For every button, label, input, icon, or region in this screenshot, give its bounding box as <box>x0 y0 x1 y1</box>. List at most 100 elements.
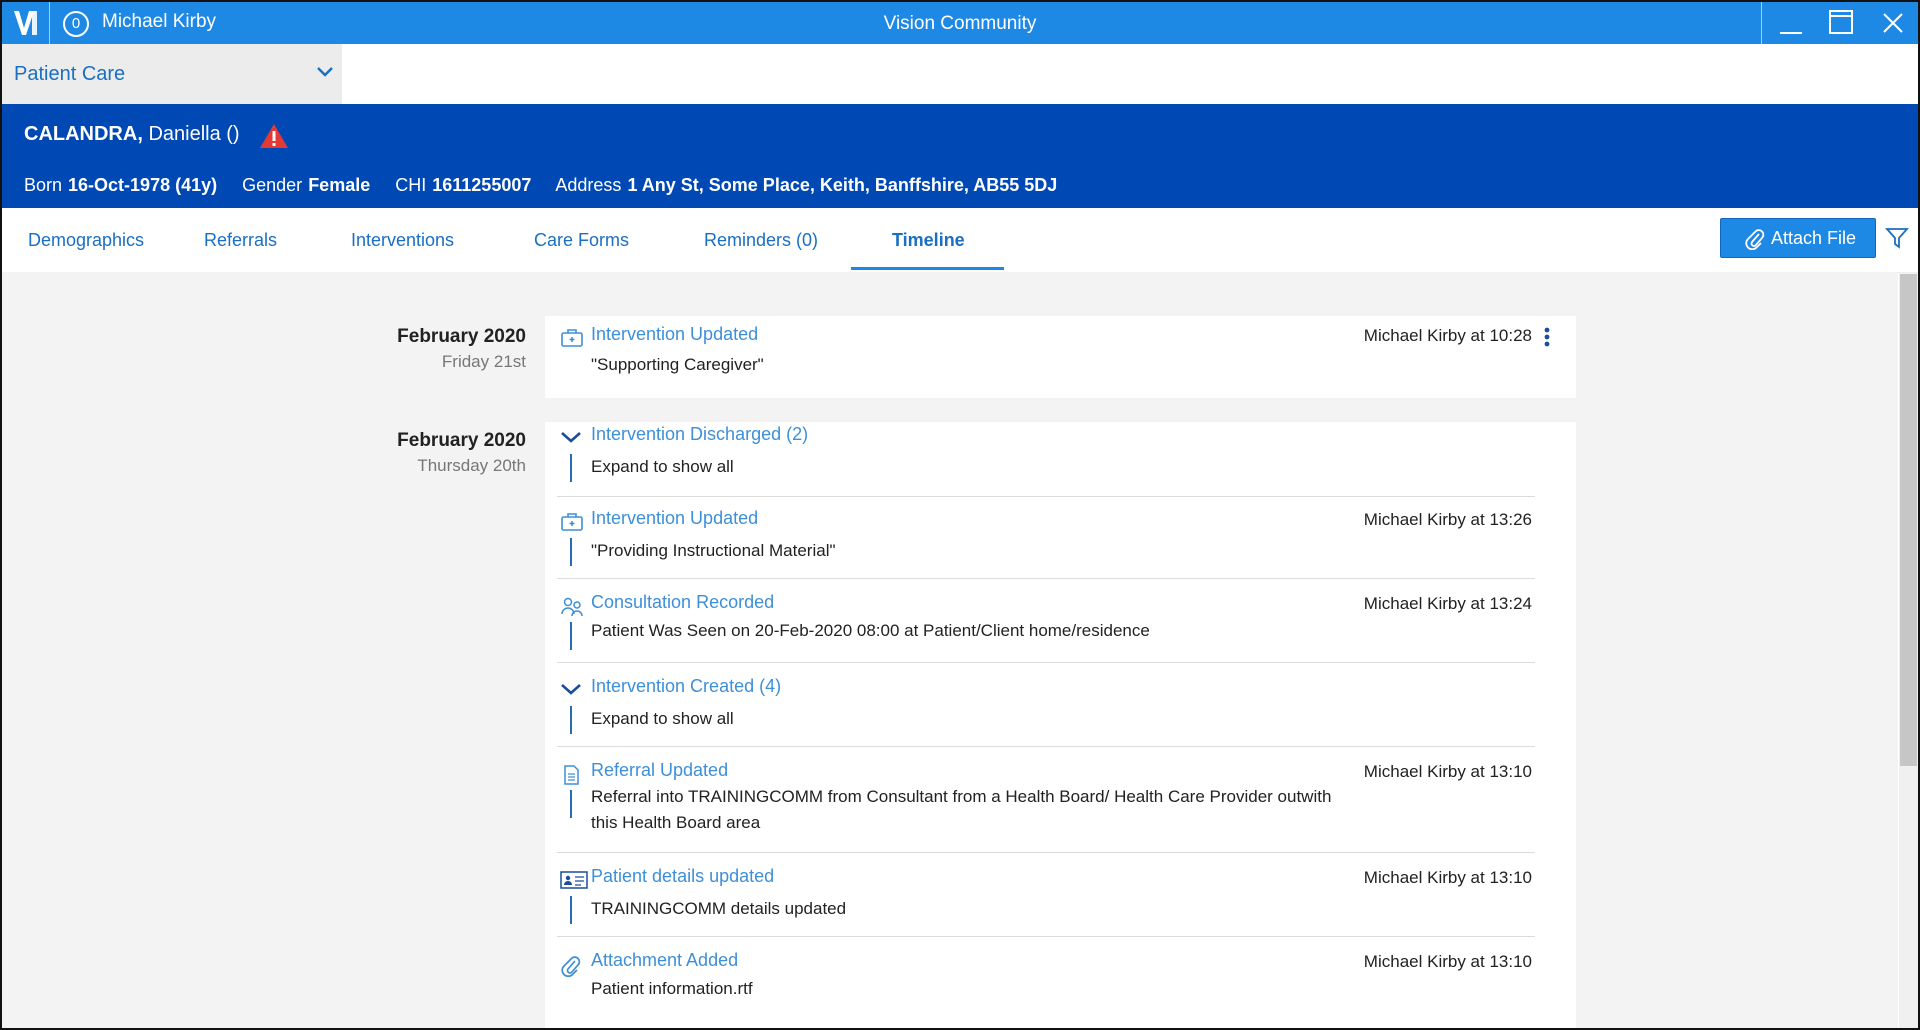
entry-title[interactable]: Intervention Updated <box>591 324 758 345</box>
day-header: February 2020 Friday 21st <box>226 326 526 372</box>
paperclip-icon <box>561 956 581 978</box>
patient-surname: CALANDRA, <box>24 123 143 145</box>
entry-divider <box>557 936 1535 937</box>
gender-value: Female <box>308 175 371 195</box>
close-icon <box>1883 13 1903 33</box>
entry-divider <box>557 746 1535 747</box>
address-value: 1 Any St, Some Place, Keith, Banffshire,… <box>627 175 1058 195</box>
module-selector-label: Patient Care <box>14 63 126 85</box>
entry-author-time: Michael Kirby at 13:26 <box>1363 510 1532 529</box>
day-month: February 2020 <box>397 430 526 451</box>
active-tab-indicator <box>851 267 1004 270</box>
chi-label: CHI <box>395 175 427 195</box>
tab-referrals[interactable]: Referrals <box>204 230 277 251</box>
patient-name: CALANDRA, Daniella () <box>24 123 240 146</box>
day-weekday: Friday 21st <box>441 352 526 371</box>
minimize-button[interactable] <box>1766 2 1816 44</box>
maximize-icon <box>1829 10 1853 34</box>
entry-divider <box>557 662 1535 663</box>
more-options-icon[interactable] <box>1542 326 1552 348</box>
address-label: Address <box>555 175 622 195</box>
entry-body: "Supporting Caregiver" <box>591 355 764 374</box>
scrollbar-thumb[interactable] <box>1900 274 1917 766</box>
patient-details: Born 16-Oct-1978 (41y) Gender Female CHI 16… <box>24 175 1077 196</box>
gender-label: Gender <box>242 175 303 195</box>
paperclip-icon <box>1745 229 1765 250</box>
entry-author-time: Michael Kirby at 13:24 <box>1363 594 1532 613</box>
entry-divider <box>557 852 1535 853</box>
patient-banner: CALANDRA, Daniella () Born 16-Oct-1978 (4… <box>2 104 1918 208</box>
patient-forename: Daniella () <box>148 123 240 145</box>
module-selector[interactable]: Patient Care <box>2 44 342 104</box>
entry-title[interactable]: Patient details updated <box>591 866 774 887</box>
timeline-group-entry[interactable]: Intervention Created (4) Expand to show … <box>545 676 1576 748</box>
timeline-card: Intervention Discharged (2) Expand to sh… <box>545 422 1576 1028</box>
entry-body: Referral into TRAININGCOMM from Consulta… <box>591 787 1332 832</box>
chevron-down-icon[interactable] <box>560 680 582 698</box>
entry-body: "Providing Instructional Material" <box>591 541 836 560</box>
tab-interventions[interactable]: Interventions <box>351 230 454 251</box>
day-month: February 2020 <box>397 326 526 347</box>
document-icon <box>564 765 579 785</box>
tab-demographics[interactable]: Demographics <box>28 230 144 251</box>
timeline-entry[interactable]: Attachment Added Michael Kirby at 13:10 … <box>545 950 1576 1022</box>
day-weekday: Thursday 20th <box>417 456 526 475</box>
module-row: Patient Care <box>2 44 1918 104</box>
intervention-icon <box>561 513 583 531</box>
entry-divider <box>557 578 1535 579</box>
entry-author-time: Michael Kirby at 13:10 <box>1363 868 1532 887</box>
timeline-content: February 2020 Friday 21st Intervention U… <box>2 272 1898 1028</box>
window-controls-separator <box>1761 2 1762 44</box>
timeline-connector <box>570 454 572 482</box>
entry-title[interactable]: Consultation Recorded <box>591 592 774 613</box>
chevron-down-icon[interactable] <box>560 428 582 446</box>
timeline-entry[interactable]: Patient details updated Michael Kirby at… <box>545 866 1576 938</box>
day-header: February 2020 Thursday 20th <box>226 430 526 476</box>
tab-timeline[interactable]: Timeline <box>892 230 965 251</box>
filter-icon[interactable] <box>1885 227 1909 249</box>
entry-author-time: Michael Kirby at 13:10 <box>1363 952 1532 971</box>
close-button[interactable] <box>1868 2 1918 44</box>
entry-author-time: Michael Kirby at 13:10 <box>1363 762 1532 781</box>
minimize-icon <box>1780 32 1802 34</box>
timeline-card: Intervention Updated Michael Kirby at 10… <box>545 316 1576 398</box>
entry-title[interactable]: Referral Updated <box>591 760 728 781</box>
timeline-entry[interactable]: Intervention Updated Michael Kirby at 13… <box>545 508 1576 580</box>
timeline-entry[interactable]: Intervention Updated Michael Kirby at 10… <box>545 324 1576 394</box>
expand-link[interactable]: Expand to show all <box>591 454 1351 480</box>
consultation-icon <box>561 597 583 617</box>
entry-title[interactable]: Intervention Discharged (2) <box>591 424 808 445</box>
timeline-entry[interactable]: Consultation Recorded Michael Kirby at 1… <box>545 592 1576 664</box>
entry-divider <box>557 496 1535 497</box>
maximize-button[interactable] <box>1816 2 1866 44</box>
chi-value: 1611255007 <box>432 175 532 195</box>
tab-bar: Demographics Referrals Interventions Car… <box>2 208 1918 273</box>
born-value: 16-Oct-1978 (41y) <box>68 175 218 195</box>
entry-body: Patient information.rtf <box>591 979 753 998</box>
intervention-icon <box>561 329 583 347</box>
timeline-connector <box>570 790 572 818</box>
timeline-connector <box>570 896 572 924</box>
attach-file-label: Attach File <box>1771 228 1857 248</box>
entry-title[interactable]: Intervention Updated <box>591 508 758 529</box>
app-title: Vision Community <box>883 13 1037 34</box>
entry-body: Patient Was Seen on 20-Feb-2020 08:00 at… <box>591 621 1150 640</box>
warning-icon[interactable] <box>258 122 290 150</box>
attach-file-button[interactable]: Attach File <box>1720 218 1876 258</box>
timeline-connector <box>570 622 572 650</box>
timeline-connector <box>570 538 572 566</box>
app-window: 0 Michael Kirby Vision Community Patient… <box>0 0 1920 1030</box>
tab-care-forms[interactable]: Care Forms <box>534 230 629 251</box>
timeline-group-entry[interactable]: Intervention Discharged (2) Expand to sh… <box>545 424 1576 497</box>
id-card-icon <box>560 871 588 889</box>
timeline-connector <box>570 706 572 734</box>
entry-title[interactable]: Intervention Created (4) <box>591 676 781 697</box>
expand-link[interactable]: Expand to show all <box>591 706 1351 732</box>
entry-title[interactable]: Attachment Added <box>591 950 738 971</box>
chevron-down-icon <box>317 67 333 77</box>
entry-body: TRAININGCOMM details updated <box>591 899 847 918</box>
timeline-entry[interactable]: Referral Updated Michael Kirby at 13:10 … <box>545 760 1576 854</box>
tab-reminders[interactable]: Reminders (0) <box>704 230 818 251</box>
entry-author-time: Michael Kirby at 10:28 <box>1363 326 1532 345</box>
title-bar: 0 Michael Kirby Vision Community <box>2 2 1918 44</box>
